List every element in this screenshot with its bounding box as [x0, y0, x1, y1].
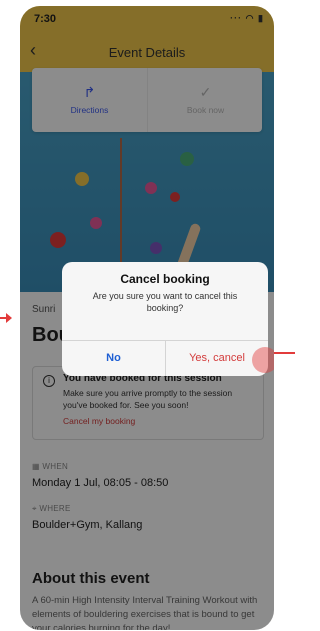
phone-screen: 7:30 ··· ◠ ▮ ‹ Event Details ↱ Direction…: [20, 6, 274, 630]
tap-indicator: [252, 347, 274, 373]
dialog-message: Are you sure you want to cancel this boo…: [92, 291, 238, 313]
cancel-booking-dialog: Cancel booking Are you sure you want to …: [62, 262, 268, 376]
no-button[interactable]: No: [62, 340, 165, 376]
annotation-arrow-left: [0, 313, 12, 323]
dialog-title: Cancel booking: [120, 272, 210, 286]
